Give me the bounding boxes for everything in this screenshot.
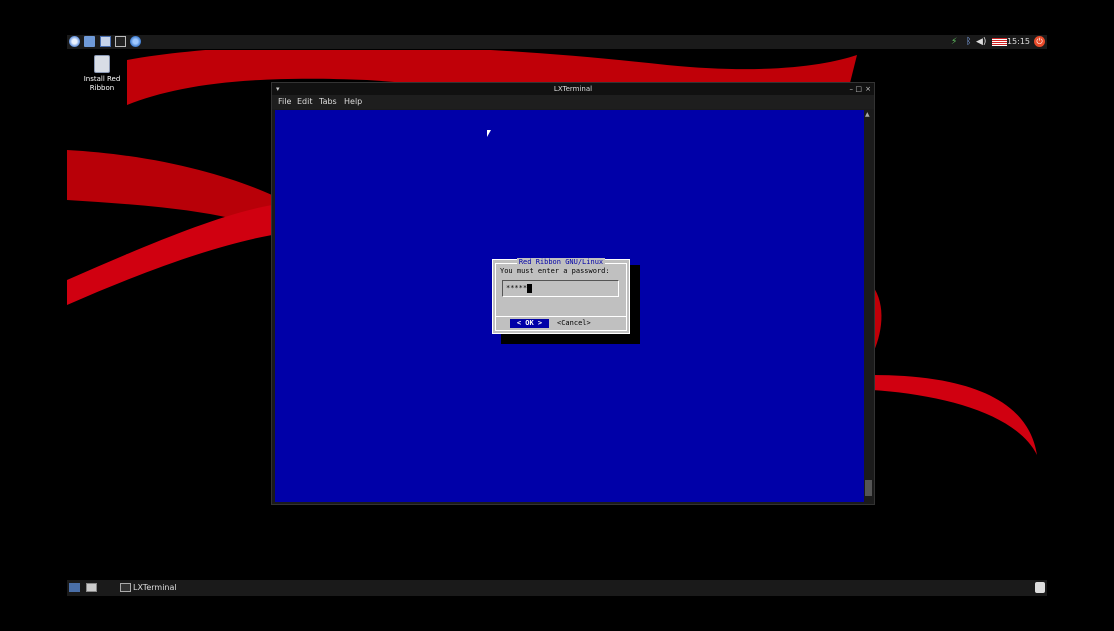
scrollbar-thumb[interactable] [865, 480, 872, 496]
menu-tabs[interactable]: Tabs [319, 95, 337, 109]
password-input[interactable]: ***** [502, 280, 619, 297]
mouse-pointer-icon [487, 130, 491, 137]
installer-icon [94, 55, 110, 73]
clock[interactable]: 15:15 [1007, 36, 1030, 48]
ok-button[interactable]: < OK > [510, 319, 549, 328]
close-button[interactable]: × [865, 83, 871, 95]
web-browser-icon[interactable] [130, 36, 141, 47]
menu-edit[interactable]: Edit [297, 95, 313, 109]
dialog-title: Red Ribbon GNU/Linux [493, 258, 629, 267]
window-titlebar[interactable]: ▾ LXTerminal – □ × [272, 83, 874, 95]
window-title: LXTerminal [553, 85, 593, 93]
logout-icon[interactable]: ⏻ [1034, 36, 1045, 47]
keyboard-layout-us-flag-icon[interactable] [992, 38, 1007, 46]
text-cursor [527, 284, 533, 293]
dialog-message: You must enter a password: [500, 267, 610, 275]
text-editor-icon[interactable] [100, 36, 111, 47]
menu-file[interactable]: File [278, 95, 291, 109]
top-panel: ⚡ ᛒ ◀) 15:15 ⏻ [67, 35, 1047, 50]
desktop-icon-label: Install Red Ribbon [83, 75, 121, 92]
bottom-panel [67, 580, 1047, 596]
bluetooth-icon[interactable]: ᛒ [966, 36, 971, 48]
menu-icon[interactable] [69, 36, 80, 47]
workspace-switcher-icon[interactable] [86, 583, 97, 592]
terminal-icon[interactable] [115, 36, 126, 47]
terminal-scrollbar[interactable]: ▲ [864, 110, 873, 502]
minimize-button[interactable]: – [850, 83, 854, 95]
scroll-up-icon[interactable]: ▲ [865, 111, 870, 118]
menu-help[interactable]: Help [344, 95, 362, 109]
file-manager-icon[interactable] [84, 36, 95, 47]
dialog-title-text: Red Ribbon GNU/Linux [516, 258, 606, 266]
taskbar-item-lxterminal[interactable]: LXTerminal [120, 580, 177, 596]
menu-bar: File Edit Tabs Help [272, 95, 874, 109]
password-mask: ***** [506, 284, 528, 292]
show-desktop-icon[interactable] [69, 583, 80, 592]
trash-icon[interactable] [1035, 582, 1045, 593]
maximize-button[interactable]: □ [855, 83, 862, 95]
volume-icon[interactable]: ◀) [976, 36, 986, 48]
password-value: ***** [506, 284, 533, 293]
taskbar-item-label: LXTerminal [133, 583, 177, 592]
network-icon[interactable]: ⚡ [951, 36, 957, 48]
cancel-button[interactable]: <Cancel> [557, 319, 591, 328]
password-dialog: Red Ribbon GNU/Linux You must enter a pa… [492, 258, 630, 334]
terminal-icon [120, 583, 131, 592]
desktop-icon-install-red-ribbon[interactable]: Install Red Ribbon [80, 55, 124, 93]
dialog-separator [495, 316, 627, 317]
